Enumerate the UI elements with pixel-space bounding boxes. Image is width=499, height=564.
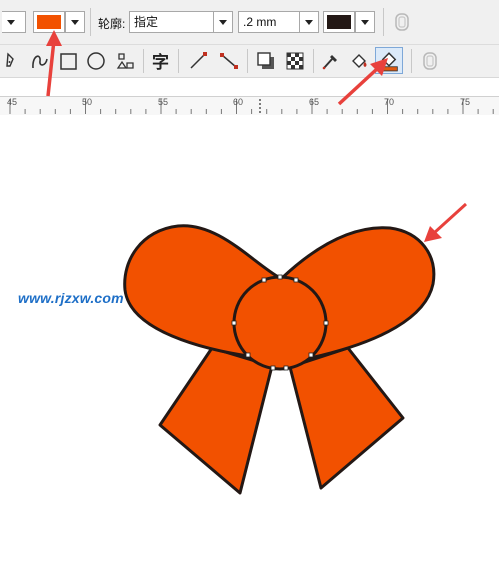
lock-object-icon[interactable] (394, 13, 410, 31)
ruler-label: 70 (384, 97, 395, 107)
outline-color-value (327, 15, 351, 29)
fill-color-value (37, 15, 61, 29)
outline-width-dropdown-arrow[interactable] (299, 11, 319, 33)
lock-object-icon[interactable] (422, 52, 438, 70)
watermark-text: www.rjzxw.com (18, 290, 124, 306)
outline-color-swatch[interactable] (323, 11, 355, 33)
separator (383, 8, 384, 36)
previous-dropdown-arrow[interactable] (2, 11, 26, 33)
separator (143, 49, 144, 73)
separator (247, 49, 248, 73)
separator (178, 49, 179, 73)
ruler-label: 50 (82, 97, 93, 107)
separator (313, 49, 314, 73)
outline-style-dropdown-arrow[interactable] (213, 11, 233, 33)
curve-tool-icon[interactable] (28, 49, 52, 73)
fill-color-swatch[interactable] (33, 11, 65, 33)
fill-color-dropdown-arrow[interactable] (65, 11, 85, 33)
polygon-tool-icon[interactable] (113, 49, 137, 73)
outline-label: 轮廓: (98, 17, 126, 31)
outline-color-dropdown-arrow[interactable] (355, 11, 375, 33)
ruler-label: 75 (460, 97, 471, 107)
drop-shadow-tool-icon[interactable] (254, 49, 278, 73)
line-tool-icon[interactable] (186, 49, 210, 73)
property-bar: 轮廓: 指定 .2 mm (0, 0, 499, 45)
bow-left-tail[interactable] (158, 346, 274, 495)
separator (90, 8, 91, 36)
eyedropper-tool-icon[interactable] (318, 49, 342, 73)
transparency-tool-icon[interactable] (283, 49, 307, 73)
ruler-label: 45 (7, 97, 18, 107)
drawing-canvas[interactable]: www.rjzxw.com (0, 115, 499, 564)
pen-tool-icon[interactable] (0, 49, 24, 73)
smart-fill-tool-icon[interactable] (348, 49, 372, 73)
ruler-label: 65 (309, 97, 320, 107)
interactive-fill-tool-icon[interactable] (375, 47, 403, 74)
bow-right-tail[interactable] (288, 346, 405, 490)
rectangle-tool-icon[interactable] (56, 49, 80, 73)
ruler-ticks (9, 99, 494, 114)
connector-tool-icon[interactable] (217, 49, 241, 73)
ellipse-tool-icon[interactable] (84, 49, 108, 73)
bow-drawing (123, 224, 436, 495)
separator (411, 49, 412, 73)
horizontal-ruler[interactable]: 45 50 55 60 65 70 75 (0, 96, 499, 116)
outline-width-input[interactable]: .2 mm (238, 11, 300, 33)
text-tool-icon[interactable]: 字 (149, 49, 173, 73)
ruler-label: 55 (158, 97, 169, 107)
svg-text:字: 字 (152, 52, 169, 73)
ruler-label: 60 (233, 97, 244, 107)
toolbox-bar: 字 (0, 45, 499, 78)
outline-style-select[interactable]: 指定 (129, 11, 215, 33)
